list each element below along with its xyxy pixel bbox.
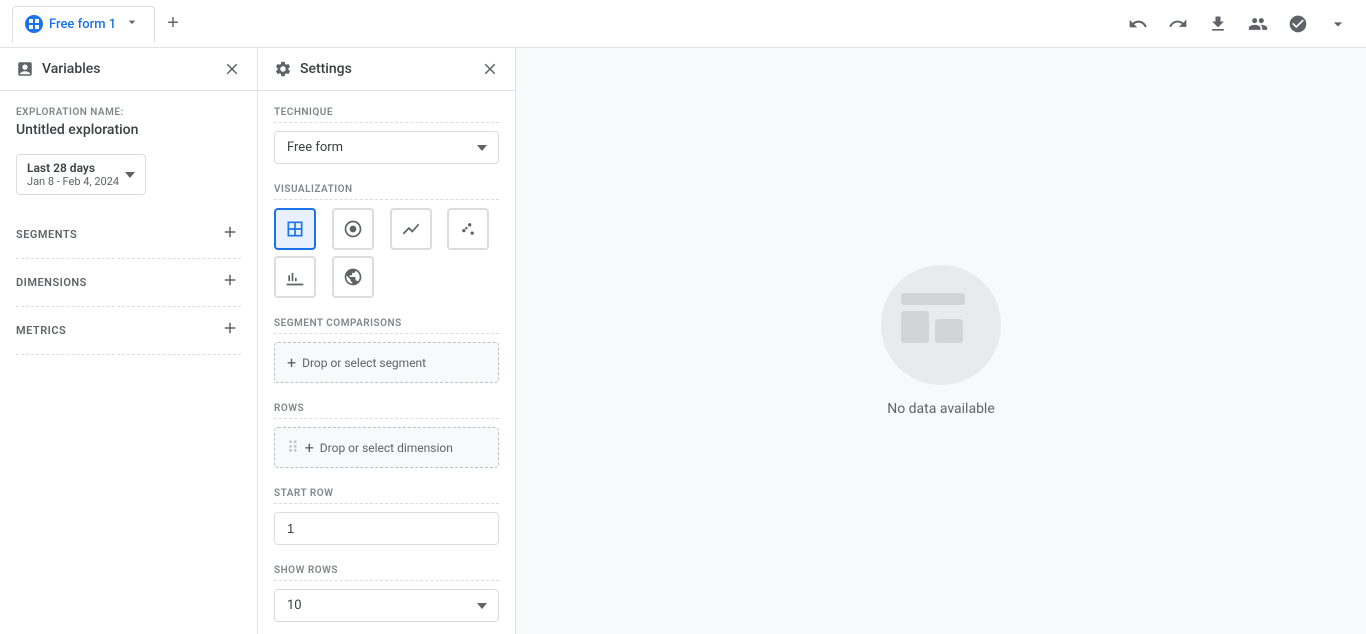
no-data-inner — [901, 293, 981, 357]
start-row-input[interactable] — [274, 512, 499, 545]
settings-close-button[interactable] — [481, 60, 499, 78]
add-metric-button[interactable] — [219, 317, 241, 344]
start-row-label: START ROW — [274, 488, 499, 504]
add-segment-button[interactable] — [219, 221, 241, 248]
redo-button[interactable] — [1162, 8, 1194, 40]
download-button[interactable] — [1202, 8, 1234, 40]
technique-label: TECHNIQUE — [274, 107, 499, 123]
show-rows-select-wrapper: 10 — [274, 589, 499, 622]
metrics-row[interactable]: METRICS — [16, 307, 241, 355]
no-data-bars-row — [901, 311, 981, 343]
tab-label: Free form 1 — [49, 17, 116, 32]
variables-title: Variables — [42, 61, 100, 77]
viz-bar-button[interactable] — [274, 256, 316, 298]
technique-dropdown-icon — [477, 145, 487, 151]
visualization-grid-row2 — [274, 256, 499, 298]
date-range-selector[interactable]: Last 28 days Jan 8 - Feb 4, 2024 — [16, 154, 146, 195]
date-range-label: Last 28 days — [27, 161, 119, 175]
drop-dimension-zone[interactable]: ⠿ + Drop or select dimension — [274, 427, 499, 468]
settings-content: TECHNIQUE Free form VISUALIZATION — [258, 91, 515, 634]
drop-segment-plus-icon: + — [287, 353, 296, 372]
drag-handle-icon: ⠿ — [287, 438, 299, 457]
dimensions-label: DIMENSIONS — [16, 276, 87, 289]
viz-map-button[interactable] — [332, 256, 374, 298]
technique-select-wrapper: Free form — [274, 131, 499, 164]
variables-panel-header: Variables — [0, 48, 257, 91]
exploration-name-section: EXPLORATION NAME: Untitled exploration — [16, 107, 241, 138]
exploration-name-label: EXPLORATION NAME: — [16, 107, 241, 118]
status-button[interactable] — [1282, 8, 1314, 40]
no-data-graphic — [881, 265, 1001, 385]
drop-segment-zone[interactable]: + Drop or select segment — [274, 342, 499, 383]
date-range-dates: Jan 8 - Feb 4, 2024 — [27, 175, 119, 188]
variables-content: EXPLORATION NAME: Untitled exploration L… — [0, 91, 257, 371]
visualization-block: VISUALIZATION — [274, 184, 499, 298]
drop-dimension-label: Drop or select dimension — [320, 441, 453, 455]
settings-panel-header: Settings — [258, 48, 515, 91]
settings-icon — [274, 60, 292, 78]
visualization-label: VISUALIZATION — [274, 184, 499, 200]
start-row-block: START ROW — [274, 488, 499, 545]
segment-comparisons-label: SEGMENT COMPARISONS — [274, 318, 499, 334]
settings-title: Settings — [300, 61, 352, 77]
content-area: No data available — [516, 48, 1366, 634]
segments-label: SEGMENTS — [16, 228, 77, 241]
no-data-bar-2 — [935, 319, 963, 343]
technique-block: TECHNIQUE Free form — [274, 107, 499, 164]
viz-table-button[interactable] — [274, 208, 316, 250]
settings-panel: Settings TECHNIQUE Free form VISUALIZATI… — [258, 48, 516, 634]
variables-title-row: Variables — [16, 60, 100, 78]
drop-segment-label: Drop or select segment — [302, 356, 426, 370]
add-tab-button[interactable]: + — [159, 8, 187, 39]
visualization-grid-row1 — [274, 208, 499, 250]
show-rows-select[interactable]: 10 — [274, 589, 499, 622]
show-rows-value: 10 — [287, 598, 302, 613]
segments-row[interactable]: SEGMENTS — [16, 211, 241, 259]
variables-panel: Variables EXPLORATION NAME: Untitled exp… — [0, 48, 258, 634]
add-dimension-button[interactable] — [219, 269, 241, 296]
show-rows-dropdown-icon — [477, 603, 487, 609]
date-range-dropdown-icon — [125, 172, 135, 178]
no-data-bar-top — [901, 293, 965, 305]
rows-label: ROWS — [274, 403, 499, 419]
variables-icon — [16, 60, 34, 78]
no-data-container: No data available — [881, 265, 1001, 417]
no-data-bar-1 — [901, 311, 929, 343]
share-button[interactable] — [1242, 8, 1274, 40]
drop-dimension-plus-icon: + — [305, 438, 314, 457]
tab-bar: Free form 1 + — [12, 6, 1122, 42]
viz-scatter-button[interactable] — [447, 208, 489, 250]
status-dropdown-button[interactable] — [1322, 8, 1354, 40]
topbar: Free form 1 + — [0, 0, 1366, 48]
main-layout: Variables EXPLORATION NAME: Untitled exp… — [0, 48, 1366, 634]
date-range-info: Last 28 days Jan 8 - Feb 4, 2024 — [27, 161, 119, 188]
metrics-label: METRICS — [16, 324, 66, 337]
tab-dropdown-btn[interactable] — [122, 12, 142, 37]
technique-select[interactable]: Free form — [274, 131, 499, 164]
segment-comparisons-block: SEGMENT COMPARISONS + Drop or select seg… — [274, 318, 499, 383]
viz-line-button[interactable] — [390, 208, 432, 250]
dimensions-row[interactable]: DIMENSIONS — [16, 259, 241, 307]
undo-button[interactable] — [1122, 8, 1154, 40]
rows-block: ROWS ⠿ + Drop or select dimension — [274, 403, 499, 468]
viz-donut-button[interactable] — [332, 208, 374, 250]
show-rows-label: SHOW ROWS — [274, 565, 499, 581]
show-rows-block: SHOW ROWS 10 — [274, 565, 499, 622]
tab-free-form-1[interactable]: Free form 1 — [12, 6, 155, 42]
no-data-text: No data available — [887, 401, 995, 417]
exploration-name-value: Untitled exploration — [16, 122, 241, 138]
variables-close-button[interactable] — [223, 60, 241, 78]
topbar-actions — [1122, 8, 1354, 40]
settings-title-row: Settings — [274, 60, 352, 78]
technique-value: Free form — [287, 140, 343, 155]
tab-icon — [25, 15, 43, 33]
